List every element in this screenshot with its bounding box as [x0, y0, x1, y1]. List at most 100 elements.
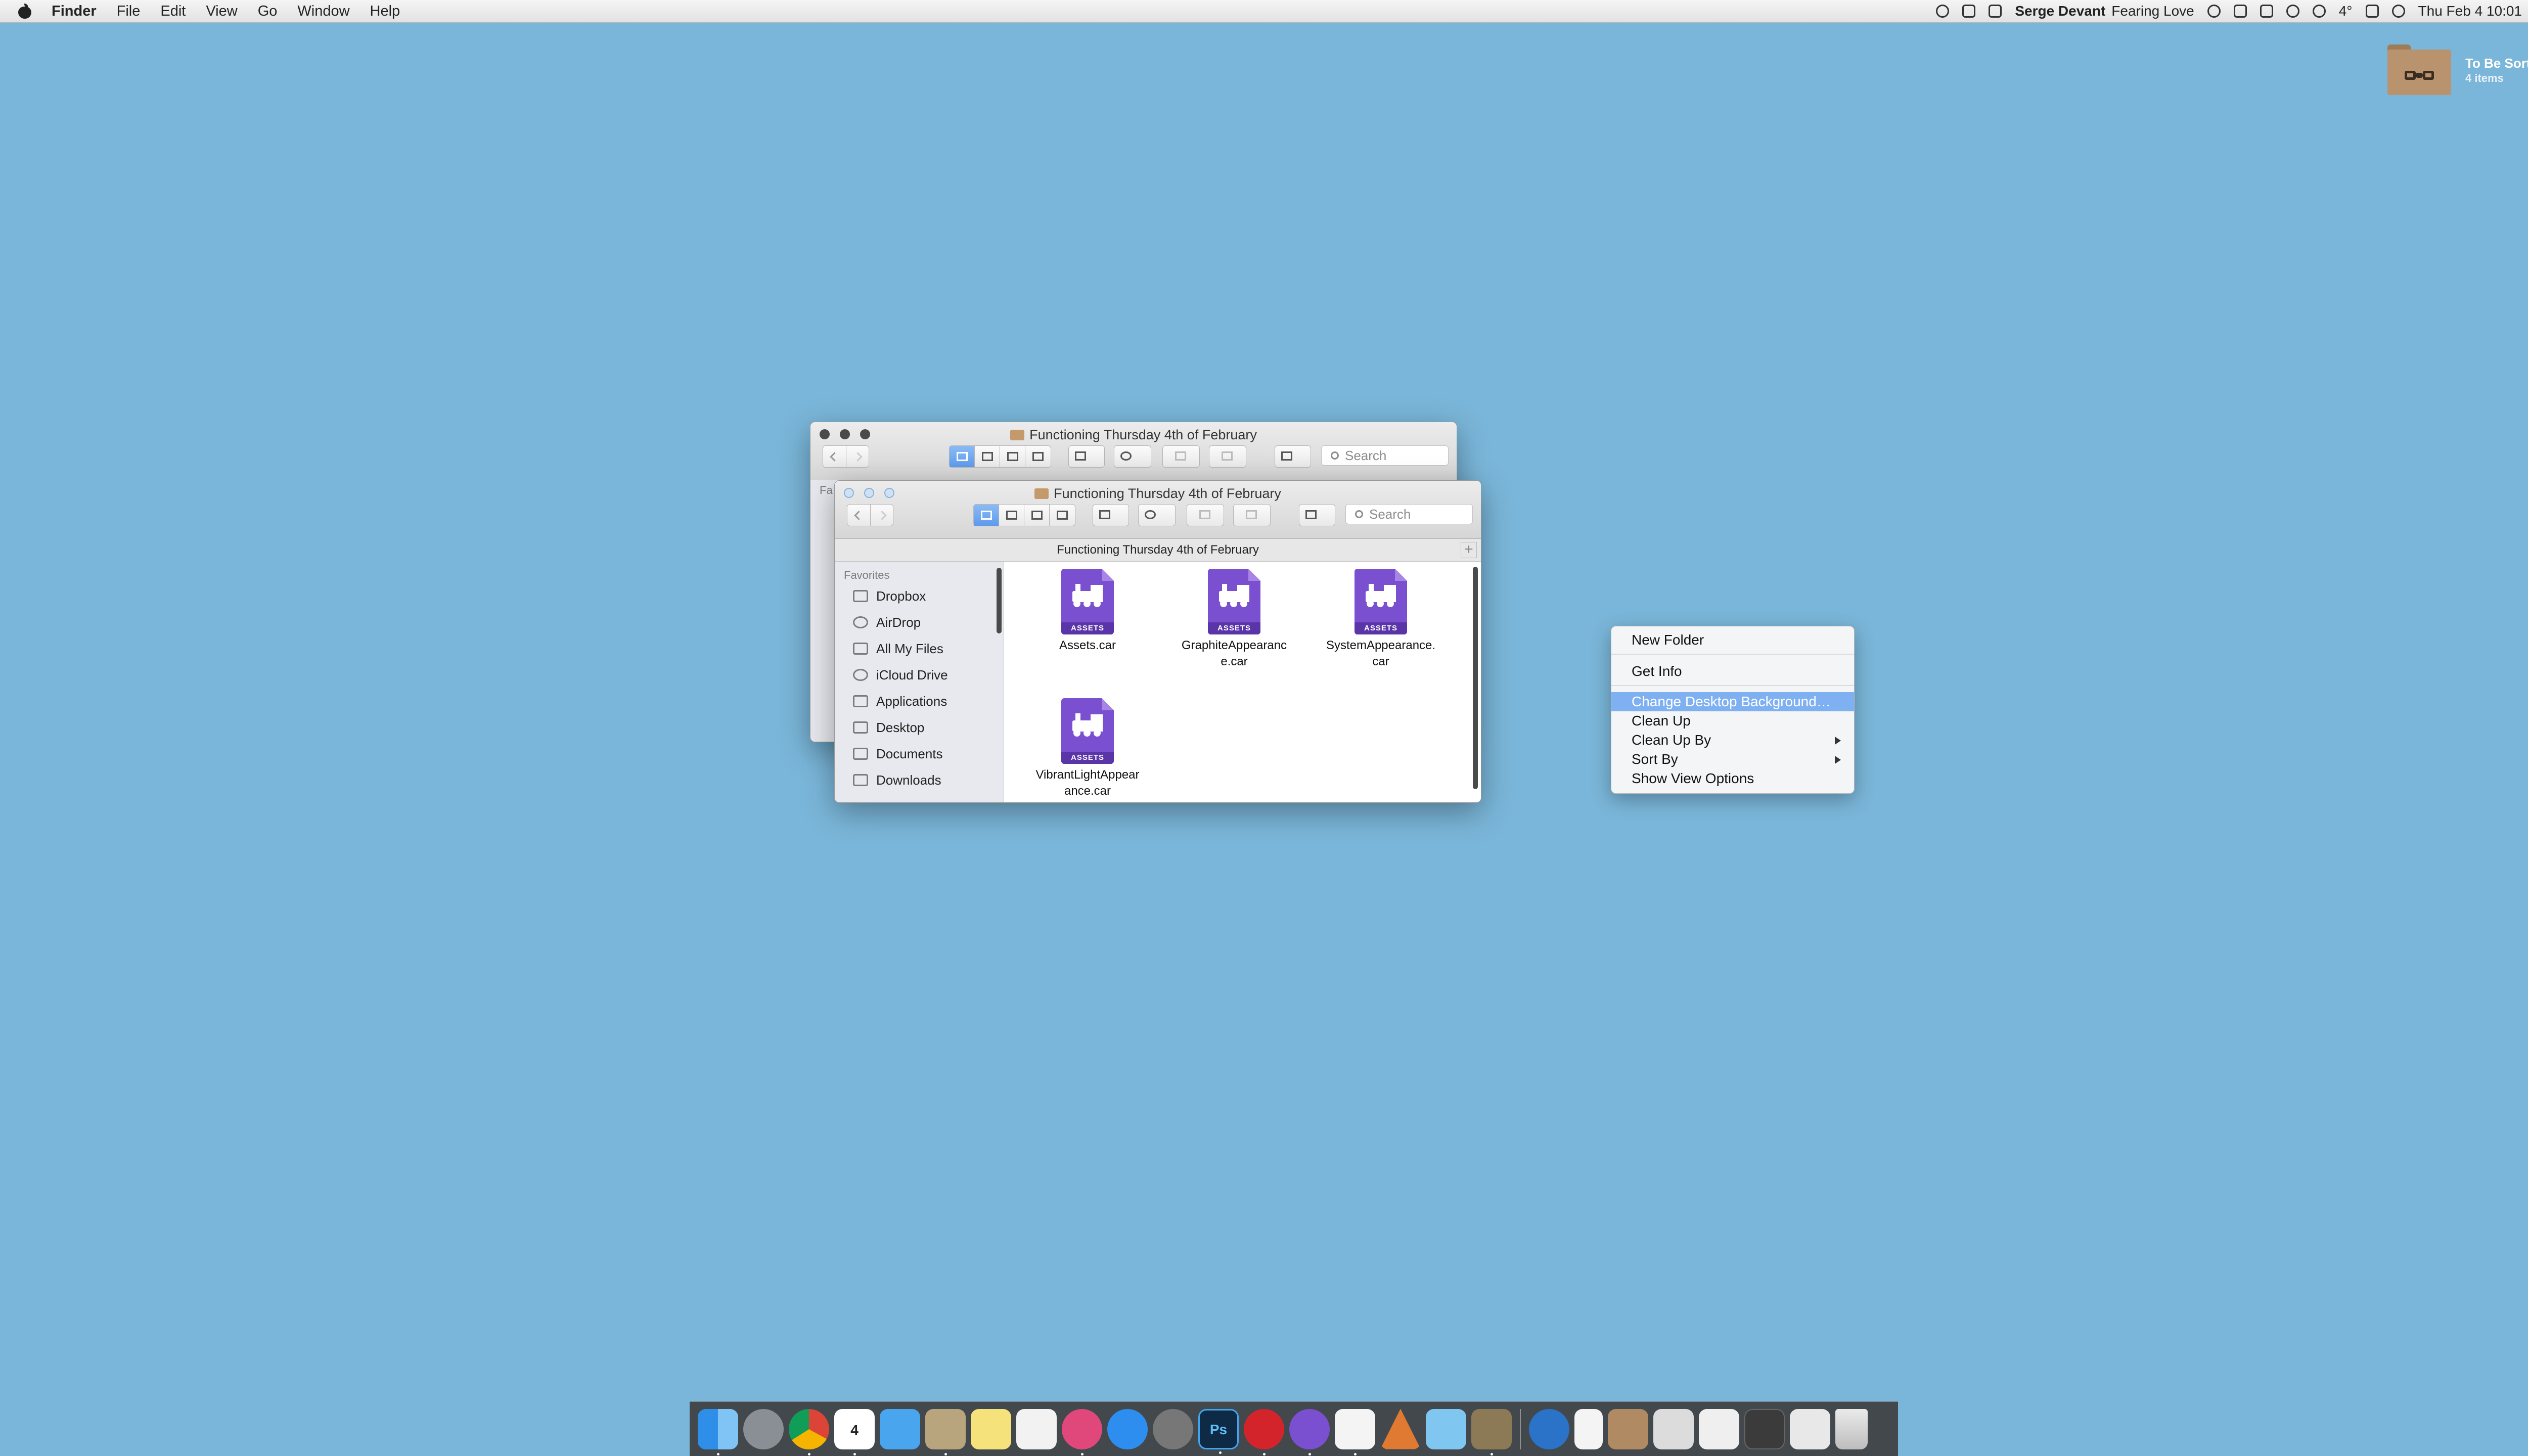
new-tab-button[interactable]: +: [1461, 542, 1477, 558]
nav-buttons[interactable]: [823, 445, 869, 468]
nav-buttons[interactable]: [847, 504, 893, 526]
back-button[interactable]: [847, 505, 871, 526]
mail-icon[interactable]: [880, 1408, 920, 1449]
finder-icon[interactable]: [698, 1408, 738, 1455]
view-mode-segment[interactable]: [949, 445, 1051, 468]
cover-flow-button[interactable]: [1025, 446, 1051, 467]
onepassword-status-icon[interactable]: [2312, 5, 2326, 18]
notes-icon[interactable]: [971, 1408, 1011, 1449]
calendar-status-icon[interactable]: [1962, 5, 1976, 18]
sidebar-item-dropbox[interactable]: Dropbox: [835, 583, 1004, 609]
scrobbler-status-icon[interactable]: [1936, 5, 1950, 18]
itunes-icon[interactable]: [1062, 1408, 1102, 1455]
vector-icon[interactable]: [1380, 1408, 1421, 1449]
forward-button[interactable]: [846, 446, 869, 467]
arrange-button[interactable]: [1068, 445, 1105, 468]
photoshop-icon[interactable]: Ps: [1198, 1408, 1239, 1454]
dropbox-status-icon[interactable]: [2260, 5, 2273, 18]
menu-go[interactable]: Go: [258, 3, 278, 20]
desktop-folder-icon[interactable]: [2387, 44, 2451, 95]
screenshot-stack-icon[interactable]: [1653, 1408, 1694, 1449]
finder-window-front[interactable]: Functioning Thursday 4th of February Sea…: [834, 480, 1481, 803]
column-view-button[interactable]: [1000, 446, 1025, 467]
window-titlebar[interactable]: Functioning Thursday 4th of February Sea…: [835, 481, 1481, 539]
menu-app-name[interactable]: Finder: [52, 3, 97, 20]
menu-item-get-info[interactable]: Get Info: [1611, 662, 1854, 681]
window-manager-status-icon[interactable]: [1989, 5, 2002, 18]
list-view-button[interactable]: [975, 446, 1000, 467]
sidebar-item-applications[interactable]: Applications: [835, 688, 1004, 714]
desktop-folder-label[interactable]: To Be Sorted: [2465, 56, 2528, 71]
content-scrollbar[interactable]: [1473, 567, 1478, 789]
cover-flow-button[interactable]: [1050, 505, 1075, 526]
file-item[interactable]: ASSETS SystemAppearance. car: [1323, 569, 1439, 670]
automator-icon[interactable]: [1471, 1408, 1512, 1455]
reminders-icon[interactable]: [1016, 1408, 1057, 1449]
document-icon[interactable]: [1574, 1408, 1603, 1449]
menu-view[interactable]: View: [206, 3, 237, 20]
tag-button[interactable]: [1233, 504, 1271, 526]
creative-cloud-status-icon[interactable]: [2286, 5, 2299, 18]
arrange-button[interactable]: [1093, 504, 1129, 526]
sidebar-item-documents[interactable]: Documents: [835, 741, 1004, 767]
apple-menu-icon[interactable]: [18, 4, 31, 19]
menu-item-clean-up-by[interactable]: Clean Up By: [1611, 731, 1854, 750]
file-item[interactable]: ASSETS VibrantLightAppear ance.car: [1029, 698, 1146, 799]
asset-catalog-icon[interactable]: [1289, 1408, 1330, 1455]
archive-icon[interactable]: [925, 1408, 966, 1455]
screenshot-stack-icon[interactable]: [1790, 1408, 1830, 1449]
file-item[interactable]: ASSETS GraphiteAppearanc e.car: [1176, 569, 1292, 670]
sidebar-scrollbar[interactable]: [997, 568, 1002, 633]
dropbox-button[interactable]: [1275, 445, 1311, 468]
chrome-icon[interactable]: [789, 1408, 829, 1455]
scrobbler-icon[interactable]: [1244, 1408, 1284, 1455]
menu-file[interactable]: File: [117, 3, 141, 20]
column-view-button[interactable]: [1024, 505, 1050, 526]
window-titlebar[interactable]: Functioning Thursday 4th of February Sea…: [810, 422, 1457, 480]
list-view-button[interactable]: [999, 505, 1024, 526]
share-button[interactable]: [1162, 445, 1200, 468]
trash-icon[interactable]: [1835, 1408, 1868, 1449]
documents-stack-icon[interactable]: [1699, 1408, 1739, 1449]
forward-button[interactable]: [871, 505, 893, 526]
back-button[interactable]: [823, 446, 846, 467]
clock[interactable]: Thu Feb 4 10:01: [2418, 3, 2522, 19]
sidebar-item-icloud-drive[interactable]: iCloud Drive: [835, 662, 1004, 688]
tag-button[interactable]: [1209, 445, 1246, 468]
sidebar-item-desktop[interactable]: Desktop: [835, 714, 1004, 741]
view-mode-segment[interactable]: [973, 504, 1075, 526]
weather-status[interactable]: 4°: [2339, 3, 2353, 19]
airplay-status-icon[interactable]: [2207, 5, 2221, 18]
sketch-icon[interactable]: [1335, 1408, 1375, 1455]
icon-view-button[interactable]: [950, 446, 975, 467]
menu-item-sort-by[interactable]: Sort By: [1611, 750, 1854, 769]
now-playing-track[interactable]: Fearing Love: [2111, 3, 2194, 19]
grid-status-icon[interactable]: [2233, 5, 2247, 18]
search-input[interactable]: Search: [1321, 445, 1449, 466]
sidebar-item-downloads[interactable]: Downloads: [835, 767, 1004, 793]
dropbox-button[interactable]: [1299, 504, 1335, 526]
sidebar-item-airdrop[interactable]: AirDrop: [835, 609, 1004, 635]
menu-item-change-desktop-background[interactable]: Change Desktop Background…: [1611, 692, 1854, 711]
preview-icon[interactable]: [1426, 1408, 1466, 1449]
onepassword-icon[interactable]: [1529, 1408, 1569, 1449]
cloud-status-icon[interactable]: [2391, 5, 2405, 18]
downloads-stack-icon[interactable]: [1608, 1408, 1648, 1449]
sidebar-item-all-my-files[interactable]: All My Files: [835, 635, 1004, 662]
file-item[interactable]: ASSETS Assets.car: [1029, 569, 1146, 654]
menu-item-new-folder[interactable]: New Folder: [1611, 630, 1854, 650]
folder-stack-icon[interactable]: [1744, 1408, 1785, 1449]
calendar-icon[interactable]: 4: [834, 1408, 875, 1455]
system-preferences-icon[interactable]: [1153, 1408, 1193, 1449]
action-button[interactable]: [1138, 504, 1176, 526]
app-store-icon[interactable]: [1107, 1408, 1148, 1449]
menu-help[interactable]: Help: [370, 3, 400, 20]
now-playing-artist[interactable]: Serge Devant: [2015, 3, 2105, 19]
menu-item-clean-up[interactable]: Clean Up: [1611, 711, 1854, 731]
action-button[interactable]: [1114, 445, 1151, 468]
icon-view-button[interactable]: [974, 505, 999, 526]
launchpad-icon[interactable]: [743, 1408, 784, 1449]
menu-edit[interactable]: Edit: [160, 3, 186, 20]
share-button[interactable]: [1187, 504, 1224, 526]
search-input[interactable]: Search: [1345, 504, 1473, 524]
